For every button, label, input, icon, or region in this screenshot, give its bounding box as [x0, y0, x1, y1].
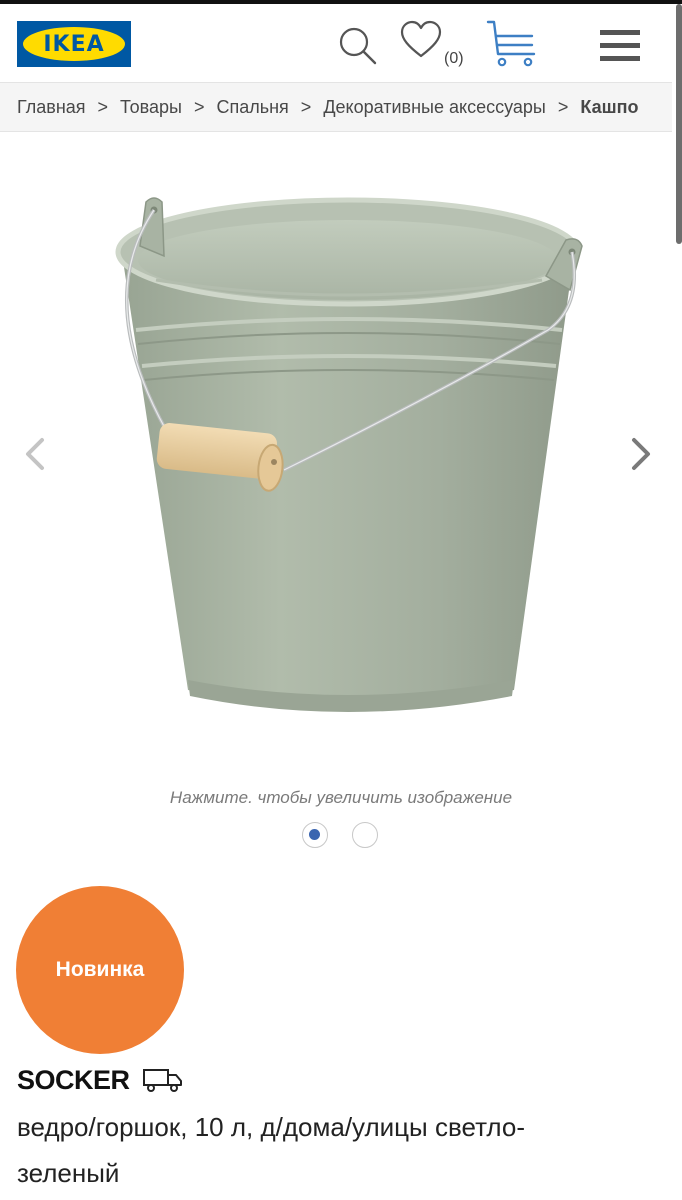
breadcrumb-decor[interactable]: Декоративные аксессуары — [323, 97, 546, 118]
delivery-truck-icon — [142, 1067, 184, 1093]
ikea-logo[interactable]: IKEA — [17, 21, 131, 67]
scrollbar[interactable] — [676, 4, 682, 244]
breadcrumb-separator: > — [557, 96, 569, 117]
product-page: IKEA (0) Главная > Товары > Спальня > Де… — [0, 0, 682, 1200]
product-image[interactable] — [96, 180, 596, 740]
cart-icon[interactable] — [484, 18, 540, 70]
breadcrumb-products[interactable]: Товары — [120, 97, 182, 118]
search-icon[interactable] — [336, 24, 380, 68]
breadcrumb-home[interactable]: Главная — [17, 97, 86, 118]
new-badge: Новинка — [16, 886, 184, 1054]
breadcrumb: Главная > Товары > Спальня > Декоративны… — [0, 82, 672, 132]
breadcrumb-current: Кашпо — [580, 96, 639, 117]
chevron-left-icon[interactable] — [16, 434, 56, 474]
wishlist-count: (0) — [444, 50, 464, 67]
breadcrumb-separator: > — [300, 96, 312, 117]
heart-icon[interactable] — [398, 20, 444, 60]
new-badge-label: Новинка — [55, 958, 145, 981]
menu-icon[interactable] — [596, 26, 644, 66]
product-description: ведро/горшок, 10 л, д/дома/улицы светло-… — [17, 1112, 526, 1188]
chevron-right-icon[interactable] — [620, 434, 660, 474]
logo-text: IKEA — [43, 31, 105, 57]
product-gallery — [0, 134, 672, 774]
breadcrumb-separator: > — [97, 96, 109, 117]
product-name: SOCKER — [17, 1064, 130, 1095]
zoom-hint: Нажмите. чтобы увеличить изображение — [169, 788, 513, 807]
product-title: SOCKER — [17, 1060, 184, 1100]
gallery-pagination — [300, 822, 390, 852]
breadcrumb-separator: > — [193, 96, 205, 117]
breadcrumb-bedroom[interactable]: Спальня — [216, 97, 288, 118]
site-header: IKEA (0) — [0, 4, 672, 82]
gallery-dot-1[interactable] — [302, 822, 328, 848]
logo-oval: IKEA — [23, 27, 125, 61]
gallery-dot-2[interactable] — [352, 822, 378, 848]
